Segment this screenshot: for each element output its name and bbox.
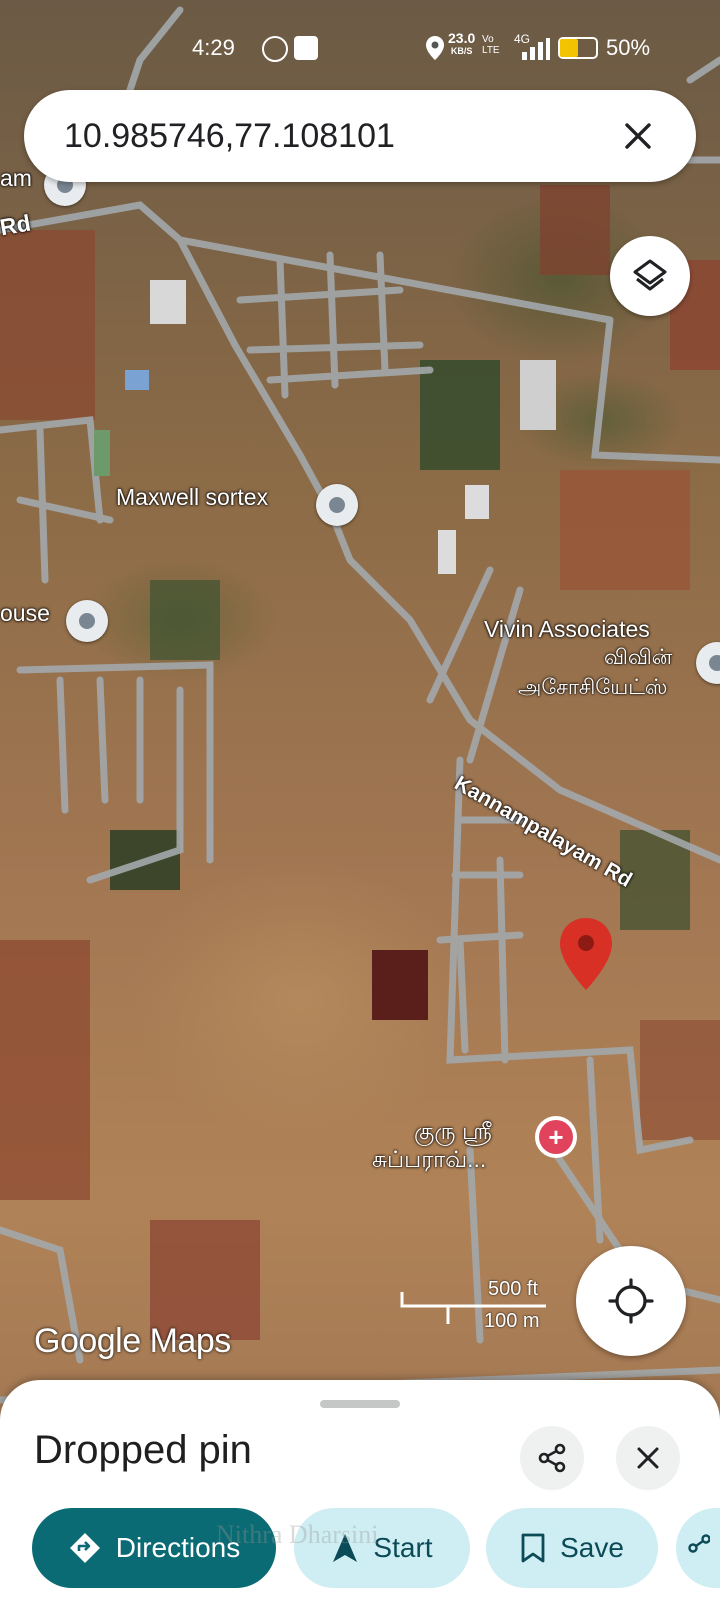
crosshair-icon xyxy=(608,1278,654,1324)
share-button[interactable] xyxy=(520,1426,584,1490)
google-maps-logo: Google Maps xyxy=(34,1322,231,1360)
sheet-drag-handle[interactable] xyxy=(320,1400,400,1408)
building xyxy=(438,530,456,574)
building xyxy=(150,280,186,324)
battery-icon xyxy=(558,37,598,59)
share-chip[interactable] xyxy=(676,1508,720,1588)
battery-percentage: 50% xyxy=(606,35,651,60)
share-icon xyxy=(538,1443,566,1473)
place-sheet[interactable]: Dropped pin Directions Start Save Nithra… xyxy=(0,1380,720,1600)
location-icon xyxy=(426,36,444,60)
hospital-icon[interactable]: + xyxy=(535,1116,577,1158)
search-bar[interactable]: 10.985746,77.108101 xyxy=(24,90,696,182)
volte-indicator: Vo LTE xyxy=(482,34,500,56)
dropped-pin-icon[interactable] xyxy=(560,918,612,990)
layers-button[interactable] xyxy=(610,236,690,316)
data-speed: 23.0 KB/S xyxy=(448,30,476,56)
status-time: 4:29 xyxy=(192,35,235,60)
building xyxy=(94,430,110,476)
save-button[interactable]: Save xyxy=(486,1508,658,1588)
save-label: Save xyxy=(560,1532,624,1563)
layers-icon xyxy=(633,259,667,291)
app-notification-icon xyxy=(294,36,318,60)
building xyxy=(520,360,556,430)
scale-imperial: 500 ft xyxy=(488,1278,539,1300)
satellite-map[interactable]: Rd Kannampalayam Rd am Maxwell sortex ou… xyxy=(0,0,720,1600)
poi-label-guru[interactable]: குரு ஸ்ரீ xyxy=(414,1118,492,1148)
close-sheet-button[interactable] xyxy=(616,1426,680,1490)
start-label: Start xyxy=(373,1532,433,1563)
poi-label-vivin[interactable]: Vivin Associates xyxy=(484,616,650,643)
my-location-button[interactable] xyxy=(576,1246,686,1356)
place-title: Dropped pin xyxy=(34,1428,252,1472)
status-bar: 4:29 23.0 KB/S Vo LTE 4G 50% xyxy=(0,0,720,90)
poi-label-vivin-tamil-2: அசோசியேட்ஸ் xyxy=(518,676,668,699)
building xyxy=(465,485,489,519)
search-query[interactable]: 10.985746,77.108101 xyxy=(64,117,608,156)
signal-icon xyxy=(522,38,550,60)
whatsapp-icon xyxy=(262,36,288,62)
share-icon xyxy=(688,1534,710,1553)
poi-label-house[interactable]: ouse xyxy=(0,600,50,627)
poi-label-guru-2: சுப்பராவ்... xyxy=(372,1146,487,1172)
poi-marker-maxwell[interactable] xyxy=(316,484,358,526)
poi-label-vivin-tamil-1: விவின் xyxy=(604,646,673,669)
poi-label-topleft[interactable]: am xyxy=(0,165,32,192)
directions-icon xyxy=(69,1533,100,1563)
watermark: Nithra Dharsini xyxy=(216,1520,379,1549)
close-icon xyxy=(637,1447,659,1469)
road-label-topleft: Rd xyxy=(0,209,33,241)
poi-marker-house[interactable] xyxy=(66,600,108,642)
building xyxy=(125,370,149,390)
bookmark-icon xyxy=(521,1533,545,1563)
poi-label-maxwell[interactable]: Maxwell sortex xyxy=(116,484,268,511)
scale-metric: 100 m xyxy=(484,1310,540,1332)
close-icon xyxy=(625,123,651,149)
clear-search-button[interactable] xyxy=(608,106,668,166)
